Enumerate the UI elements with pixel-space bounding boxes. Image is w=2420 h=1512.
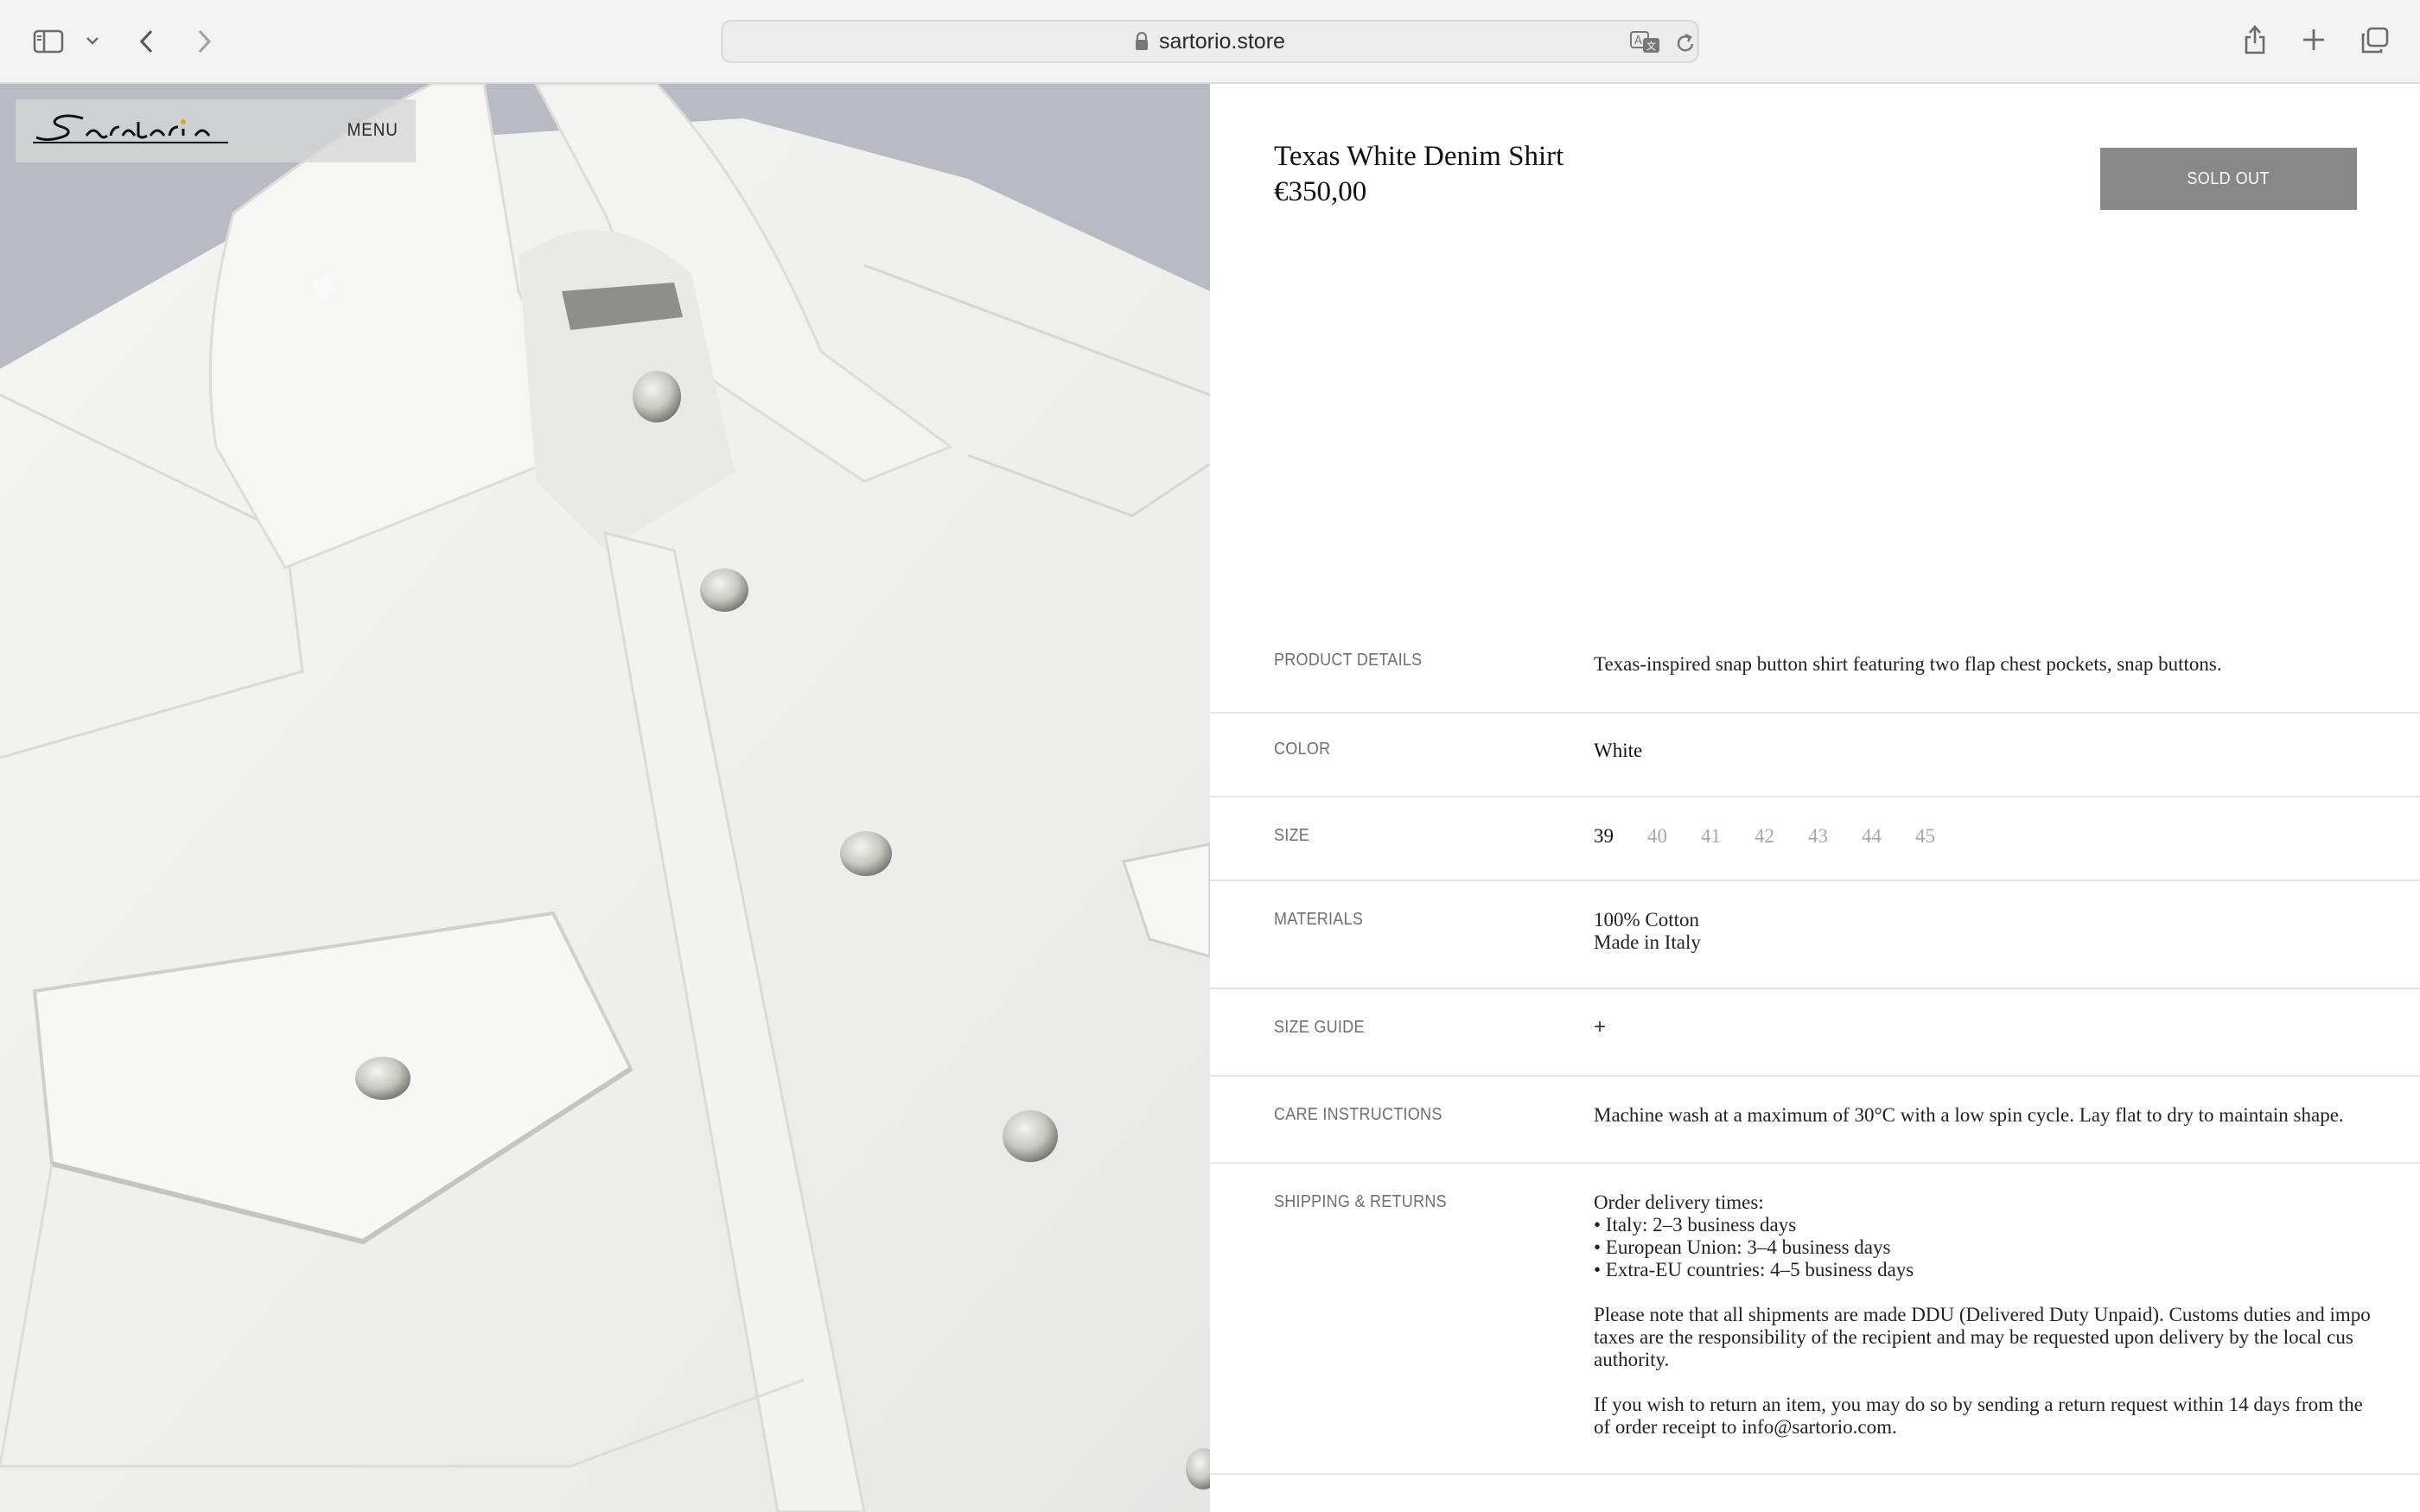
browser-toolbar: sartorio.store A文 [0,0,2420,84]
size-option-39[interactable]: 39 [1594,825,1647,848]
menu-button[interactable]: MENU [347,120,398,141]
care-instructions-row: CARE INSTRUCTIONS Machine wash at a maxi… [1210,1077,2420,1164]
product-title: Texas White Denim Shirt [1274,141,1564,172]
translate-icon[interactable]: A文 [1630,30,1661,59]
size-label: SIZE [1274,826,1310,845]
product-image: MENU [0,84,1210,1512]
forward-icon[interactable] [188,24,220,59]
shipping-returns-label: SHIPPING & RETURNS [1274,1192,1447,1211]
returns-text-line: If you wish to return an item, you may d… [1594,1394,2363,1415]
size-option-44[interactable]: 44 [1862,825,1915,848]
size-option-45[interactable]: 45 [1915,825,1969,848]
color-value: White [1594,740,1643,761]
care-instructions-label: CARE INSTRUCTIONS [1274,1105,1442,1124]
size-row: SIZE 39 40 41 42 43 44 45 [1210,797,2420,881]
sold-out-label: SOLD OUT [2187,168,2270,188]
product-details-value: Texas-inspired snap button shirt featuri… [1594,653,2222,675]
color-row: COLOR White [1210,714,2420,797]
lock-icon [1135,32,1149,51]
reload-icon[interactable] [1675,32,1696,59]
size-option-41[interactable]: 41 [1701,825,1754,848]
materials-line: 100% Cotton [1594,909,1700,931]
tabs-overview-icon[interactable] [2358,24,2392,57]
back-icon[interactable] [131,24,162,59]
delivery-line: • Extra-EU countries: 4–5 business days [1594,1259,1914,1280]
materials-value: 100% Cotton Made in Italy [1594,909,1701,954]
size-option-42[interactable]: 42 [1754,825,1808,848]
size-option-43[interactable]: 43 [1808,825,1862,848]
new-tab-icon[interactable] [2299,24,2328,55]
product-price: €350,00 [1274,176,1367,207]
product-details-label: PRODUCT DETAILS [1274,651,1423,670]
svg-text:文: 文 [1646,40,1656,52]
url-text: sartorio.store [1159,29,1285,54]
site-header: MENU [16,99,416,162]
materials-row: MATERIALS 100% Cotton Made in Italy [1210,881,2420,989]
product-panel: Texas White Denim Shirt €350,00 SOLD OUT… [1210,84,2420,1512]
color-label: COLOR [1274,740,1331,759]
chevron-down-icon[interactable] [83,31,102,50]
ddu-text-line: authority. [1594,1349,1670,1370]
size-guide-label[interactable]: SIZE GUIDE [1274,1018,1365,1038]
materials-label: MATERIALS [1274,910,1364,929]
delivery-line: • European Union: 3–4 business days [1594,1236,1891,1258]
delivery-line: • Italy: 2–3 business days [1594,1214,1797,1236]
sidebar-icon[interactable] [31,24,66,59]
returns-text-line: of order receipt to info@sartorio.com. [1594,1416,1897,1438]
materials-line: Made in Italy [1594,931,1701,953]
ddu-text-line: Please note that all shipments are made … [1594,1304,2371,1325]
address-bar[interactable]: sartorio.store A文 [721,20,1699,63]
care-instructions-value: Machine wash at a maximum of 30°C with a… [1594,1104,2344,1126]
shipping-returns-value: Order delivery times: • Italy: 2–3 busin… [1594,1191,2371,1439]
svg-text:A: A [1634,35,1642,48]
size-guide-row[interactable]: SIZE GUIDE + [1210,989,2420,1077]
sold-out-button: SOLD OUT [2100,148,2357,210]
shipping-returns-row: SHIPPING & RETURNS Order delivery times:… [1210,1164,2420,1475]
share-icon[interactable] [2240,21,2270,59]
expand-icon[interactable]: + [1594,1016,1606,1039]
ddu-text-line: taxes are the responsibility of the reci… [1594,1326,2353,1348]
size-options: 39 40 41 42 43 44 45 [1594,825,1969,848]
size-option-40[interactable]: 40 [1647,825,1701,848]
product-details-row: PRODUCT DETAILS Texas-inspired snap butt… [1210,609,2420,714]
delivery-heading: Order delivery times: [1594,1191,1764,1213]
